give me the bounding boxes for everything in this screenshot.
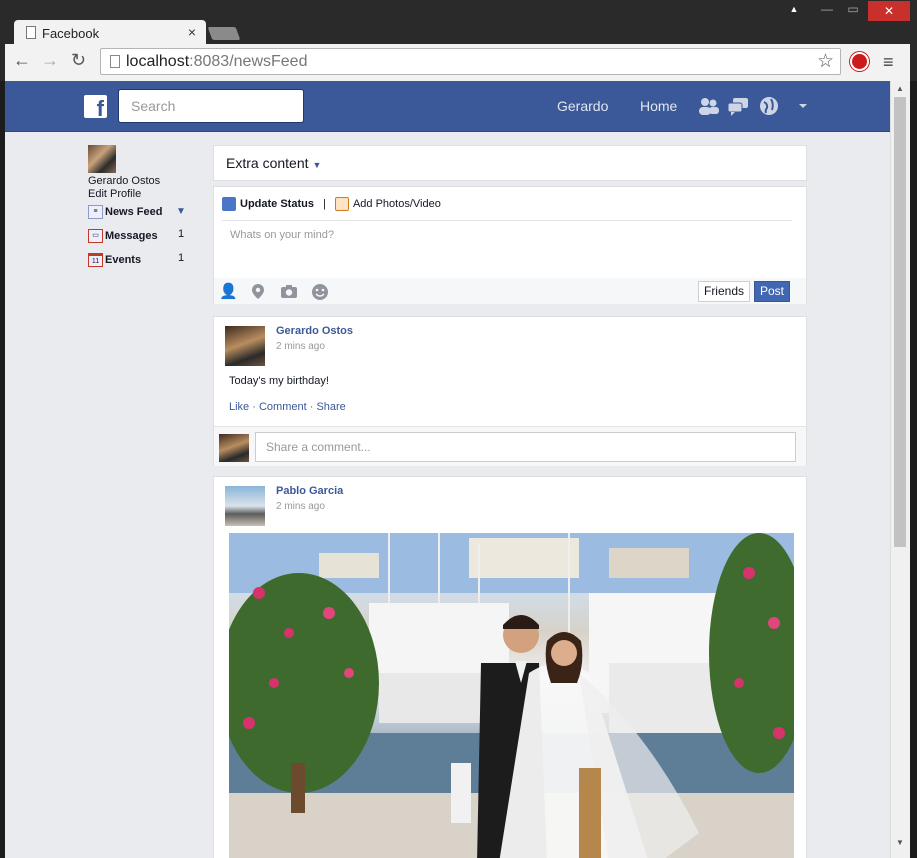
- back-button[interactable]: ←: [13, 50, 31, 71]
- facebook-logo[interactable]: f: [84, 95, 107, 118]
- share-link[interactable]: Share: [316, 401, 345, 413]
- browser-menu-icon[interactable]: ≡: [883, 52, 894, 73]
- notifications-globe-icon[interactable]: [759, 96, 779, 116]
- audience-selector-button[interactable]: Friends: [698, 281, 750, 302]
- page-viewport: f Search Gerardo Home Gerardo Ostos Edit…: [5, 81, 890, 858]
- status-composer: Update Status | Add Photos/Video Whats o…: [213, 186, 807, 304]
- sidebar-item-label: Messages: [105, 230, 158, 242]
- reload-button[interactable]: ↻: [71, 50, 86, 71]
- avatar[interactable]: [225, 326, 265, 366]
- avatar[interactable]: [88, 145, 116, 173]
- adblock-extension-icon[interactable]: [850, 52, 869, 71]
- wedding-photo-illustration: [229, 533, 794, 858]
- sidebar-item-messages[interactable]: ▭ Messages 1: [88, 224, 188, 248]
- scrollbar-thumb[interactable]: [894, 97, 906, 547]
- messages-icon: ▭: [88, 229, 103, 243]
- sidebar-item-count: 1: [178, 252, 185, 264]
- left-sidebar: Gerardo Ostos Edit Profile ≡ News Feed ▼…: [88, 145, 188, 272]
- feed-post: Gerardo Ostos 2 mins ago Today's my birt…: [213, 316, 807, 466]
- chevron-down-icon[interactable]: ▼: [176, 200, 186, 224]
- composer-footer: 👤 Friends Post: [214, 278, 806, 304]
- vertical-scrollbar[interactable]: ▲ ▼: [890, 81, 910, 858]
- friends-icon[interactable]: [697, 96, 719, 116]
- scroll-up-icon[interactable]: ▲: [896, 84, 904, 93]
- pencil-icon: [222, 197, 236, 211]
- sidebar-item-label: Events: [105, 254, 142, 266]
- comment-row: Share a comment...: [214, 426, 806, 466]
- update-status-label: Update Status: [240, 198, 314, 210]
- feed-post: Pablo Garcia 2 mins ago: [213, 476, 807, 858]
- tab-title: Facebook: [42, 26, 100, 41]
- post-timestamp: 2 mins ago: [276, 501, 325, 512]
- page-icon: [110, 55, 120, 68]
- composer-tabs: Update Status | Add Photos/Video: [222, 195, 792, 221]
- status-input[interactable]: Whats on your mind?: [230, 229, 334, 241]
- post-photo[interactable]: [229, 533, 794, 858]
- photo-icon: [334, 197, 349, 211]
- emoji-icon[interactable]: [311, 283, 329, 301]
- extra-content-label: Extra content: [226, 155, 309, 171]
- minimize-button[interactable]: —: [818, 2, 836, 20]
- avatar[interactable]: [225, 486, 265, 526]
- edit-profile-link[interactable]: Edit Profile: [88, 188, 188, 200]
- close-window-button[interactable]: ✕: [868, 1, 910, 21]
- comment-input[interactable]: Share a comment...: [255, 432, 796, 462]
- account-caret-icon[interactable]: [798, 102, 808, 122]
- post-author[interactable]: Gerardo Ostos: [276, 325, 353, 337]
- camera-icon[interactable]: [280, 284, 298, 299]
- post-text: Today's my birthday!: [229, 375, 329, 387]
- sidebar-user-name[interactable]: Gerardo Ostos: [88, 175, 188, 187]
- tab-separator: |: [323, 198, 326, 210]
- post-author[interactable]: Pablo Garcia: [276, 485, 343, 497]
- sidebar-item-label: News Feed: [105, 206, 163, 218]
- scroll-down-icon[interactable]: ▼: [896, 838, 904, 847]
- maximize-button[interactable]: ▭: [844, 2, 862, 20]
- post-timestamp: 2 mins ago: [276, 341, 325, 352]
- messages-icon[interactable]: [727, 96, 749, 116]
- location-icon[interactable]: [251, 283, 265, 300]
- sidebar-item-events[interactable]: 11 Events 1: [88, 248, 188, 272]
- extra-content-dropdown[interactable]: Extra content ▼: [213, 145, 807, 181]
- tab-close-icon[interactable]: ×: [188, 24, 196, 40]
- address-bar[interactable]: localhost:8083/newsFeed ☆: [100, 48, 841, 75]
- post-button[interactable]: Post: [754, 281, 790, 302]
- bookmark-star-icon[interactable]: ☆: [817, 50, 834, 73]
- chevron-down-icon: ▼: [312, 160, 322, 170]
- profile-link[interactable]: Gerardo: [557, 98, 608, 114]
- browser-chrome: Facebook × ▲ — ▭ ✕ ← → ↻ localhost:8083/…: [0, 0, 917, 81]
- calendar-icon: 11: [88, 253, 103, 267]
- page-icon: [26, 26, 36, 39]
- news-feed-icon: ≡: [88, 205, 103, 219]
- tag-friends-icon[interactable]: 👤: [219, 282, 238, 300]
- sidebar-item-count: 1: [178, 228, 185, 240]
- profile-icon[interactable]: ▲: [785, 4, 803, 22]
- tab-update-status[interactable]: Update Status: [222, 195, 314, 213]
- forward-button[interactable]: →: [41, 50, 59, 71]
- browser-toolbar: ← → ↻ localhost:8083/newsFeed ☆ ≡: [5, 44, 910, 81]
- url-text: localhost:8083/newsFeed: [126, 53, 308, 70]
- home-link[interactable]: Home: [640, 98, 677, 114]
- search-input[interactable]: Search: [118, 89, 304, 123]
- post-actions: Like · Comment · Share: [229, 401, 346, 413]
- comment-link[interactable]: Comment: [259, 401, 307, 413]
- add-photos-label: Add Photos/Video: [352, 198, 441, 210]
- browser-tab[interactable]: Facebook ×: [14, 20, 206, 45]
- new-tab-button[interactable]: [207, 27, 241, 40]
- avatar: [219, 434, 249, 462]
- facebook-header: f Search Gerardo Home: [5, 81, 890, 132]
- sidebar-item-news-feed[interactable]: ≡ News Feed ▼: [88, 200, 188, 224]
- tab-add-photos[interactable]: Add Photos/Video: [334, 195, 441, 213]
- like-link[interactable]: Like: [229, 401, 249, 413]
